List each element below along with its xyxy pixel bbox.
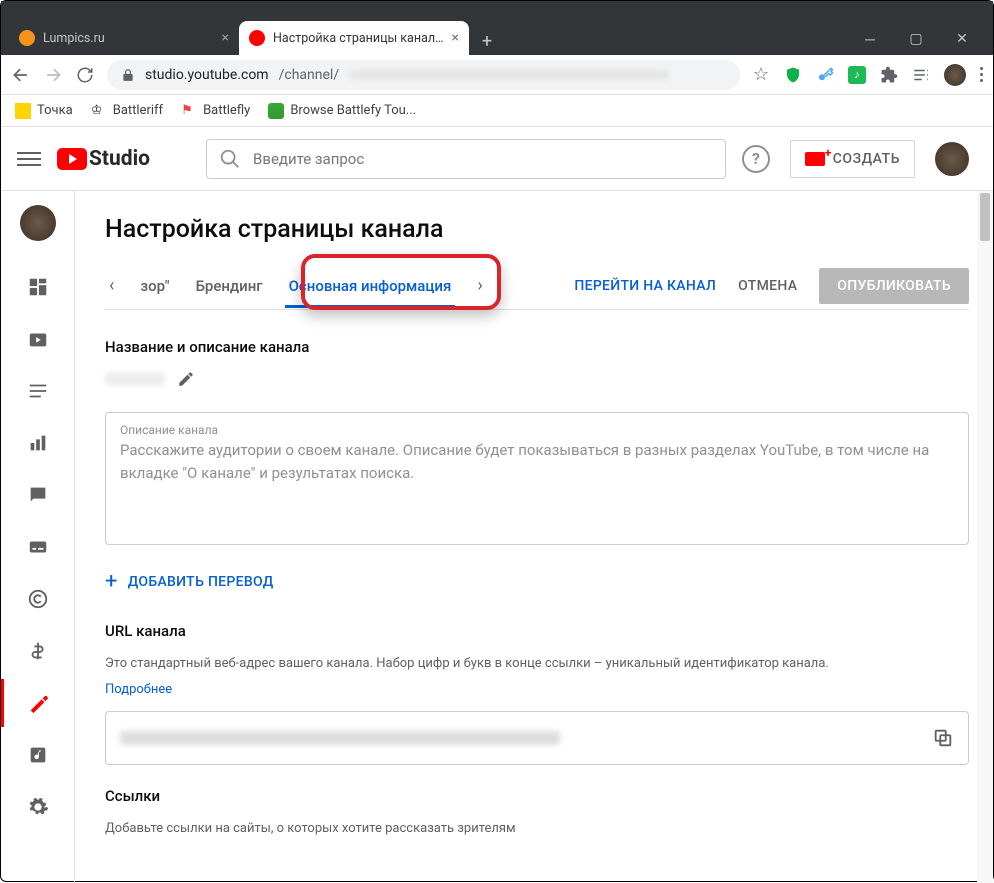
add-translation-label: ДОБАВИТЬ ПЕРЕВОД [128,574,274,590]
favicon-lumpics [19,30,35,46]
camera-icon [805,152,825,166]
channel-avatar[interactable] [20,205,56,241]
sidebar-item-settings[interactable] [1,783,75,831]
description-textarea[interactable]: Описание канала Расскажите аудитории о с… [105,412,969,545]
section-url-title: URL канала [105,622,969,640]
add-translation-button[interactable]: + ДОБАВИТЬ ПЕРЕВОД [105,569,969,594]
help-icon[interactable]: ? [742,145,770,173]
bookmark-battlefy[interactable]: Browse Battlefy Tou... [268,103,416,119]
star-icon[interactable]: ☆ [752,66,770,84]
account-avatar[interactable] [935,142,969,176]
channel-url-field[interactable] [105,711,969,765]
lock-icon [121,68,135,82]
browser-menu-button[interactable] [980,67,983,82]
sidebar-item-dashboard[interactable] [1,263,75,311]
bookmark-battlefly[interactable]: ⚑Battlefly [181,103,250,119]
nav-reload-button[interactable] [75,65,95,85]
tab-basic-info[interactable]: Основная информация [285,265,456,307]
main-content: Настройка страницы канала ‹ зор" Брендин… [75,191,993,883]
hamburger-menu-button[interactable] [17,152,41,166]
section-links-desc: Добавьте ссылки на сайты, о которых хоти… [105,819,969,839]
create-label: СОЗДАТЬ [833,151,900,167]
window-maximize-button[interactable]: ▢ [893,23,939,55]
close-icon[interactable]: × [452,30,459,46]
sidebar-item-copyright[interactable] [1,575,75,623]
channel-url-blurred [120,731,560,745]
window-minimize-button[interactable]: ─ [847,23,893,55]
logo-text: Studio [89,147,150,171]
sidebar-item-analytics[interactable] [1,419,75,467]
window-close-button[interactable]: ✕ [939,23,985,55]
channel-name-blurred [105,372,165,386]
scrollbar[interactable] [977,191,993,883]
create-button[interactable]: СОЗДАТЬ [790,140,915,178]
extensions-icon[interactable] [880,66,898,84]
sidebar-item-customization[interactable] [1,679,75,727]
sidebar-item-content[interactable] [1,315,75,363]
bookmark-battleriff[interactable]: ♔Battleriff [91,103,163,119]
description-label: Описание канала [120,423,954,437]
cancel-button[interactable]: ОТМЕНА [738,278,797,294]
sidebar-item-playlists[interactable] [1,367,75,415]
tab-truncated[interactable]: зор" [136,265,173,307]
sidebar-item-subtitles[interactable] [1,523,75,571]
tab-scroll-left[interactable]: ‹ [105,275,118,296]
youtube-play-icon [57,148,87,170]
copy-icon[interactable] [932,727,954,749]
sidebar-item-monetization[interactable] [1,627,75,675]
address-bar: studio.youtube.com/channel/ ☆ ♪ [1,55,993,95]
url-host: studio.youtube.com [145,67,269,83]
page-title: Настройка страницы канала [105,215,969,244]
nav-forward-button[interactable] [43,65,63,85]
reading-list-icon[interactable] [912,66,930,84]
bookmark-tochka[interactable]: Точка [15,103,73,119]
extension-music-icon[interactable]: ♪ [848,66,866,84]
nav-back-button[interactable] [11,65,31,85]
description-placeholder: Расскажите аудитории о своем канале. Опи… [120,439,954,484]
search-field[interactable] [253,150,713,168]
section-url-desc: Это стандартный веб-адрес вашего канала.… [105,654,969,674]
tabs-row: ‹ зор" Брендинг Основная информация › ПЕ… [105,262,969,310]
url-blurred [349,70,669,80]
go-to-channel-link[interactable]: ПЕРЕЙТИ НА КАНАЛ [574,278,716,294]
tab-scroll-right[interactable]: › [473,275,486,296]
learn-more-link[interactable]: Подробнее [105,682,172,697]
favicon-youtube [249,30,265,46]
browser-tab-youtube-studio[interactable]: Настройка страницы канала - Y × [239,21,469,55]
browser-tab-lumpics[interactable]: Lumpics.ru × [9,21,239,55]
url-path: /channel/ [279,67,340,83]
url-field[interactable]: studio.youtube.com/channel/ [107,60,740,90]
plus-icon: + [105,569,118,594]
extension-shield-icon[interactable] [784,66,802,84]
search-input[interactable] [206,139,726,179]
close-icon[interactable]: × [222,30,229,46]
section-links-title: Ссылки [105,787,969,805]
search-icon [219,148,241,170]
profile-avatar[interactable] [944,64,966,86]
extension-key-icon[interactable] [816,66,834,84]
app-header: Studio ? СОЗДАТЬ [1,127,993,191]
browser-tabs-bar: Lumpics.ru × Настройка страницы канала -… [1,15,993,55]
bookmarks-bar: Точка ♔Battleriff ⚑Battlefly Browse Batt… [1,95,993,127]
tab-label: Lumpics.ru [43,31,214,46]
publish-button[interactable]: ОПУБЛИКОВАТЬ [819,268,969,304]
sidebar-item-comments[interactable] [1,471,75,519]
youtube-studio-logo[interactable]: Studio [57,147,150,171]
edit-pencil-icon[interactable] [177,370,195,388]
new-tab-button[interactable]: + [473,27,501,55]
sidebar [1,191,75,883]
tab-label: Настройка страницы канала - Y [273,31,444,46]
tab-branding[interactable]: Брендинг [192,265,267,307]
sidebar-item-audio[interactable] [1,731,75,779]
section-name-title: Название и описание канала [105,338,969,356]
